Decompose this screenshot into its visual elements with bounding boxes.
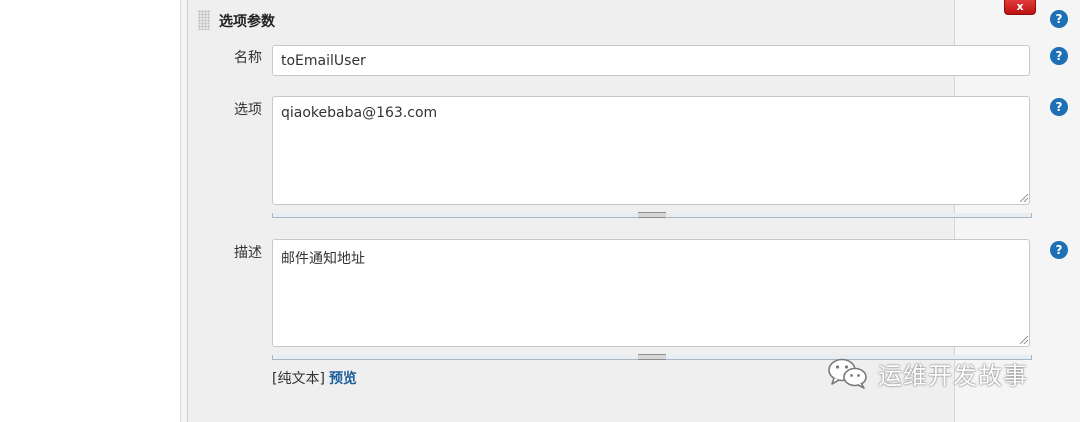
choices-textarea[interactable]: qiaokebaba@163.com (272, 96, 1030, 205)
name-input[interactable] (272, 45, 1030, 76)
description-resize-icon[interactable] (1020, 336, 1028, 344)
help-icon-description[interactable]: ? (1050, 241, 1068, 259)
panel-divider[interactable] (181, 0, 188, 422)
help-icon-choices[interactable]: ? (1050, 98, 1068, 116)
name-label: 名称 (234, 50, 262, 66)
grip-knob-icon (638, 354, 666, 360)
description-textarea[interactable]: 邮件通知地址 (272, 239, 1030, 347)
choices-resize-icon[interactable] (1020, 194, 1028, 202)
preview-link[interactable]: 预览 (329, 371, 357, 387)
wechat-icon (828, 358, 867, 389)
format-selector: [纯文本] 预览 (272, 368, 357, 388)
description-label: 描述 (234, 245, 262, 261)
left-sidebar-panel (0, 0, 181, 422)
drag-handle-icon[interactable] (198, 10, 210, 30)
choices-label: 选项 (234, 102, 262, 118)
delete-parameter-button[interactable]: x (1004, 0, 1036, 15)
grip-knob-icon (638, 212, 666, 218)
help-icon-name[interactable]: ? (1050, 47, 1068, 65)
plain-text-label: [纯文本] (272, 371, 325, 387)
watermark-text: 运维开发故事 (878, 361, 1028, 390)
watermark: 运维开发故事 (826, 356, 1028, 390)
choices-resize-grip[interactable] (272, 212, 1032, 218)
help-icon-section[interactable]: ? (1050, 10, 1068, 28)
section-title: 选项参数 (219, 14, 275, 30)
